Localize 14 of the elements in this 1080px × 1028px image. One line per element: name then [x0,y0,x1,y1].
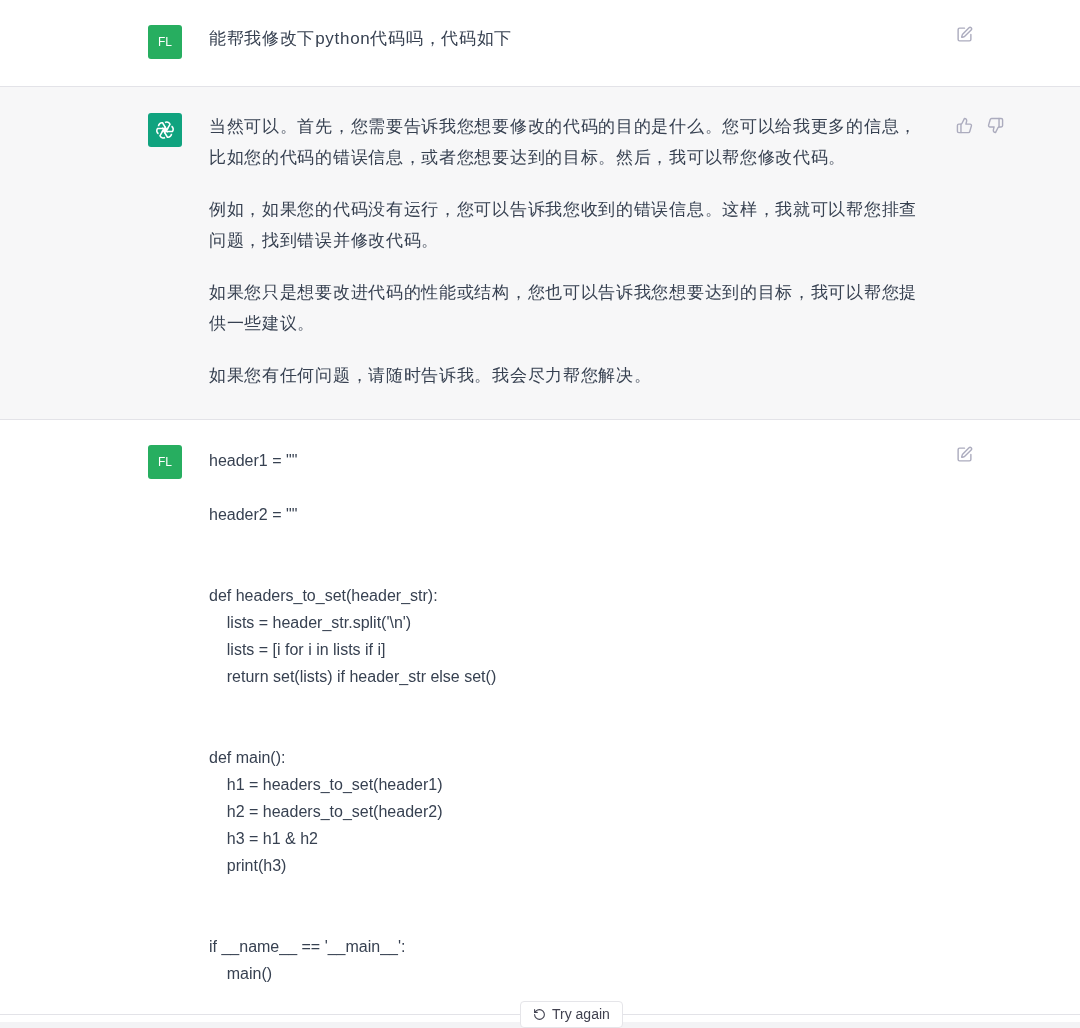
message-text: 如果您有任何问题，请随时告诉我。我会尽力帮您解决。 [209,365,653,387]
message-text: 能帮我修改下python代码吗，代码如下 [209,28,514,50]
message-text: 如果您只是想要改进代码的性能或结构，您也可以告诉我您想要达到的目标，我可以帮您提供一些建议。 [209,282,918,335]
retry-icon [533,1008,546,1021]
thumbs-up-icon[interactable] [956,117,973,134]
edit-icon[interactable] [956,26,973,43]
code-text: header1 = "" header2 = "" def headers_to_set(header_str): lists = header_str.split('\n') lists = [i for i in lists if i] return set(lists) if header_str else set() def main(): h1 = headers_to_set(header1) h2 = headers_to_set(header2) h3 = h1 & h2 print(h3) if __name__ == '__main__': main() [209,451,498,984]
thumbs-down-icon[interactable] [987,117,1004,134]
user-avatar: FL [148,445,182,479]
user-avatar: FL [148,25,182,59]
message-text: 例如，如果您的代码没有运行，您可以告诉我您收到的错误信息。这样，我就可以帮您排查问题，找到错误并修改代码。 [209,199,918,252]
message-text: 当然可以。首先，您需要告诉我您想要修改的代码的目的是什么。您可以给我更多的信息，比如您的代码的错误信息，或者您想要达到的目标。然后，我可以帮您修改代码。 [209,116,918,169]
try-again-button[interactable]: Try again [520,1001,623,1028]
edit-icon[interactable] [956,446,973,463]
